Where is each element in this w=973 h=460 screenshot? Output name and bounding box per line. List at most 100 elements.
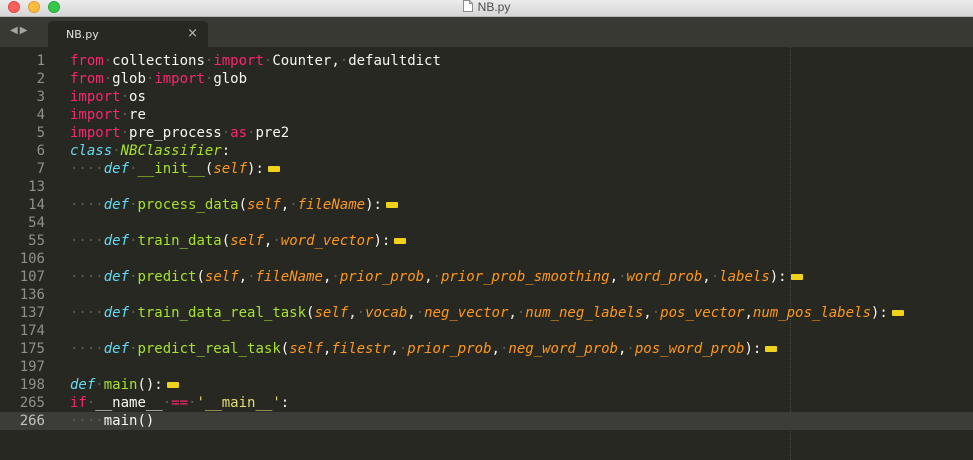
whitespace-marker: · — [339, 53, 349, 69]
code-text[interactable]: class·NBClassifier: — [70, 142, 230, 160]
code-token: import — [154, 71, 205, 87]
code-line[interactable]: 13 — [0, 178, 973, 196]
code-token: labels — [719, 269, 770, 285]
code-line[interactable]: 106 — [0, 250, 973, 268]
code-text[interactable]: ····def·process_data(self,·fileName): — [70, 196, 398, 214]
line-number[interactable]: 106 — [20, 250, 45, 268]
code-line[interactable]: 137 ····def·train_data_real_task(self,·vo… — [0, 304, 973, 322]
line-number[interactable]: 265 — [20, 394, 45, 412]
code-token: glob — [213, 71, 248, 87]
folded-code-icon[interactable] — [891, 310, 904, 316]
code-token: Counter, — [272, 53, 340, 69]
code-text[interactable]: ····def·train_data_real_task(self,·vocab… — [70, 304, 904, 322]
folded-code-icon[interactable] — [765, 346, 778, 352]
folded-code-icon[interactable] — [394, 238, 407, 244]
line-number[interactable]: 13 — [28, 178, 45, 196]
code-line[interactable]: 14 ····def·process_data(self,·fileName): — [0, 196, 973, 214]
line-number[interactable]: 7 — [37, 160, 45, 178]
whitespace-marker: · — [247, 269, 256, 285]
code-token: predict_real_task — [137, 341, 281, 357]
code-text[interactable]: from·glob·import·glob — [70, 70, 247, 88]
folded-code-icon[interactable] — [267, 166, 280, 172]
code-text[interactable]: ····def·__init__(self): — [70, 160, 280, 178]
code-text[interactable]: import·os — [70, 88, 146, 106]
code-line[interactable]: 5 import·pre_process·as·pre2 — [0, 124, 973, 142]
code-line[interactable]: 175 ····def·predict_real_task(self,filest… — [0, 340, 973, 358]
line-number[interactable]: 137 — [20, 304, 45, 322]
folded-code-icon[interactable] — [790, 274, 803, 280]
code-token: '__main__' — [196, 395, 281, 411]
line-number[interactable]: 3 — [37, 88, 45, 106]
code-token: self — [204, 269, 239, 285]
code-token: prior_prob — [407, 341, 492, 357]
line-number[interactable]: 5 — [37, 124, 45, 142]
line-number[interactable]: 4 — [37, 106, 45, 124]
code-text[interactable]: if·__name__·==·'__main__': — [70, 394, 289, 412]
chevron-right-icon[interactable]: ▶ — [20, 25, 30, 36]
code-line[interactable]: 7 ····def·__init__(self): — [0, 160, 973, 178]
line-number[interactable]: 6 — [37, 142, 45, 160]
code-token: prior_prob_smoothing — [440, 269, 610, 285]
code-line[interactable]: 174 — [0, 322, 973, 340]
line-number[interactable]: 198 — [20, 376, 45, 394]
line-number[interactable]: 1 — [37, 52, 45, 70]
code-text[interactable]: ····def·train_data(self,·word_vector): — [70, 232, 407, 250]
code-line[interactable]: 198 def·main(): — [0, 376, 973, 394]
code-line[interactable]: 1 from·collections·import·Counter,·defaul… — [0, 52, 973, 70]
code-line[interactable]: 3 import·os — [0, 88, 973, 106]
chevron-left-icon[interactable]: ◀ — [10, 25, 20, 36]
tab-bar: ◀▶ NB.py × — [0, 17, 973, 47]
line-number[interactable]: 136 — [20, 286, 45, 304]
whitespace-marker: ···· — [70, 305, 104, 321]
code-line[interactable]: 2 from·glob·import·glob — [0, 70, 973, 88]
code-line[interactable]: 54 — [0, 214, 973, 232]
code-line[interactable]: 4 import·re — [0, 106, 973, 124]
whitespace-marker: ···· — [70, 161, 104, 177]
line-number[interactable]: 197 — [20, 358, 45, 376]
code-token: main — [103, 413, 138, 429]
tab-navigation-arrows[interactable]: ◀▶ — [10, 25, 29, 36]
code-text[interactable]: def·main(): — [70, 376, 179, 394]
line-number[interactable]: 54 — [28, 214, 45, 232]
code-token: == — [171, 395, 189, 411]
whitespace-marker: · — [120, 125, 130, 141]
whitespace-marker: · — [415, 305, 425, 321]
code-text[interactable]: import·re — [70, 106, 146, 124]
line-number[interactable]: 175 — [20, 340, 45, 358]
code-line[interactable]: 55 ····def·train_data(self,·word_vector): — [0, 232, 973, 250]
code-text[interactable]: ····def·predict_real_task(self,filestr,·… — [70, 340, 778, 358]
code-token: , — [702, 269, 711, 285]
code-text[interactable]: ····def·predict(self,·fileName,·prior_pr… — [70, 268, 803, 286]
code-token: , — [643, 305, 652, 321]
line-number[interactable]: 55 — [28, 232, 45, 250]
code-token: self — [247, 197, 281, 213]
code-text[interactable]: ····main() — [70, 412, 154, 430]
line-number[interactable]: 14 — [28, 196, 45, 214]
line-number[interactable]: 2 — [37, 70, 45, 88]
code-token: filestr — [331, 341, 391, 357]
code-token: from — [70, 53, 104, 69]
code-text[interactable]: from·collections·import·Counter,·default… — [70, 52, 441, 70]
line-number[interactable]: 266 — [20, 412, 45, 430]
code-line[interactable]: 266 ····main() — [0, 412, 973, 430]
code-token: pos_word_prob — [634, 341, 745, 357]
code-token: , — [390, 341, 399, 357]
code-token: def — [103, 269, 130, 285]
code-line[interactable]: 265 if·__name__·==·'__main__': — [0, 394, 973, 412]
line-number[interactable]: 174 — [20, 322, 45, 340]
code-line[interactable]: 197 — [0, 358, 973, 376]
code-token: ): — [365, 197, 382, 213]
code-editor[interactable]: 1 from·collections·import·Counter,·defaul… — [0, 47, 973, 460]
close-tab-icon[interactable]: × — [187, 26, 198, 41]
code-token: ( — [221, 233, 231, 249]
folded-code-icon[interactable] — [385, 202, 398, 208]
tab-nb-py[interactable]: NB.py × — [48, 21, 208, 47]
code-line[interactable]: 136 — [0, 286, 973, 304]
code-line[interactable]: 6 class·NBClassifier: — [0, 142, 973, 160]
folded-code-icon[interactable] — [166, 382, 179, 388]
tab-label: NB.py — [66, 28, 99, 41]
code-token: , — [238, 269, 248, 285]
line-number[interactable]: 107 — [20, 268, 45, 286]
code-line[interactable]: 107 ····def·predict(self,·fileName,·prior… — [0, 268, 973, 286]
code-text[interactable]: import·pre_process·as·pre2 — [70, 124, 289, 142]
